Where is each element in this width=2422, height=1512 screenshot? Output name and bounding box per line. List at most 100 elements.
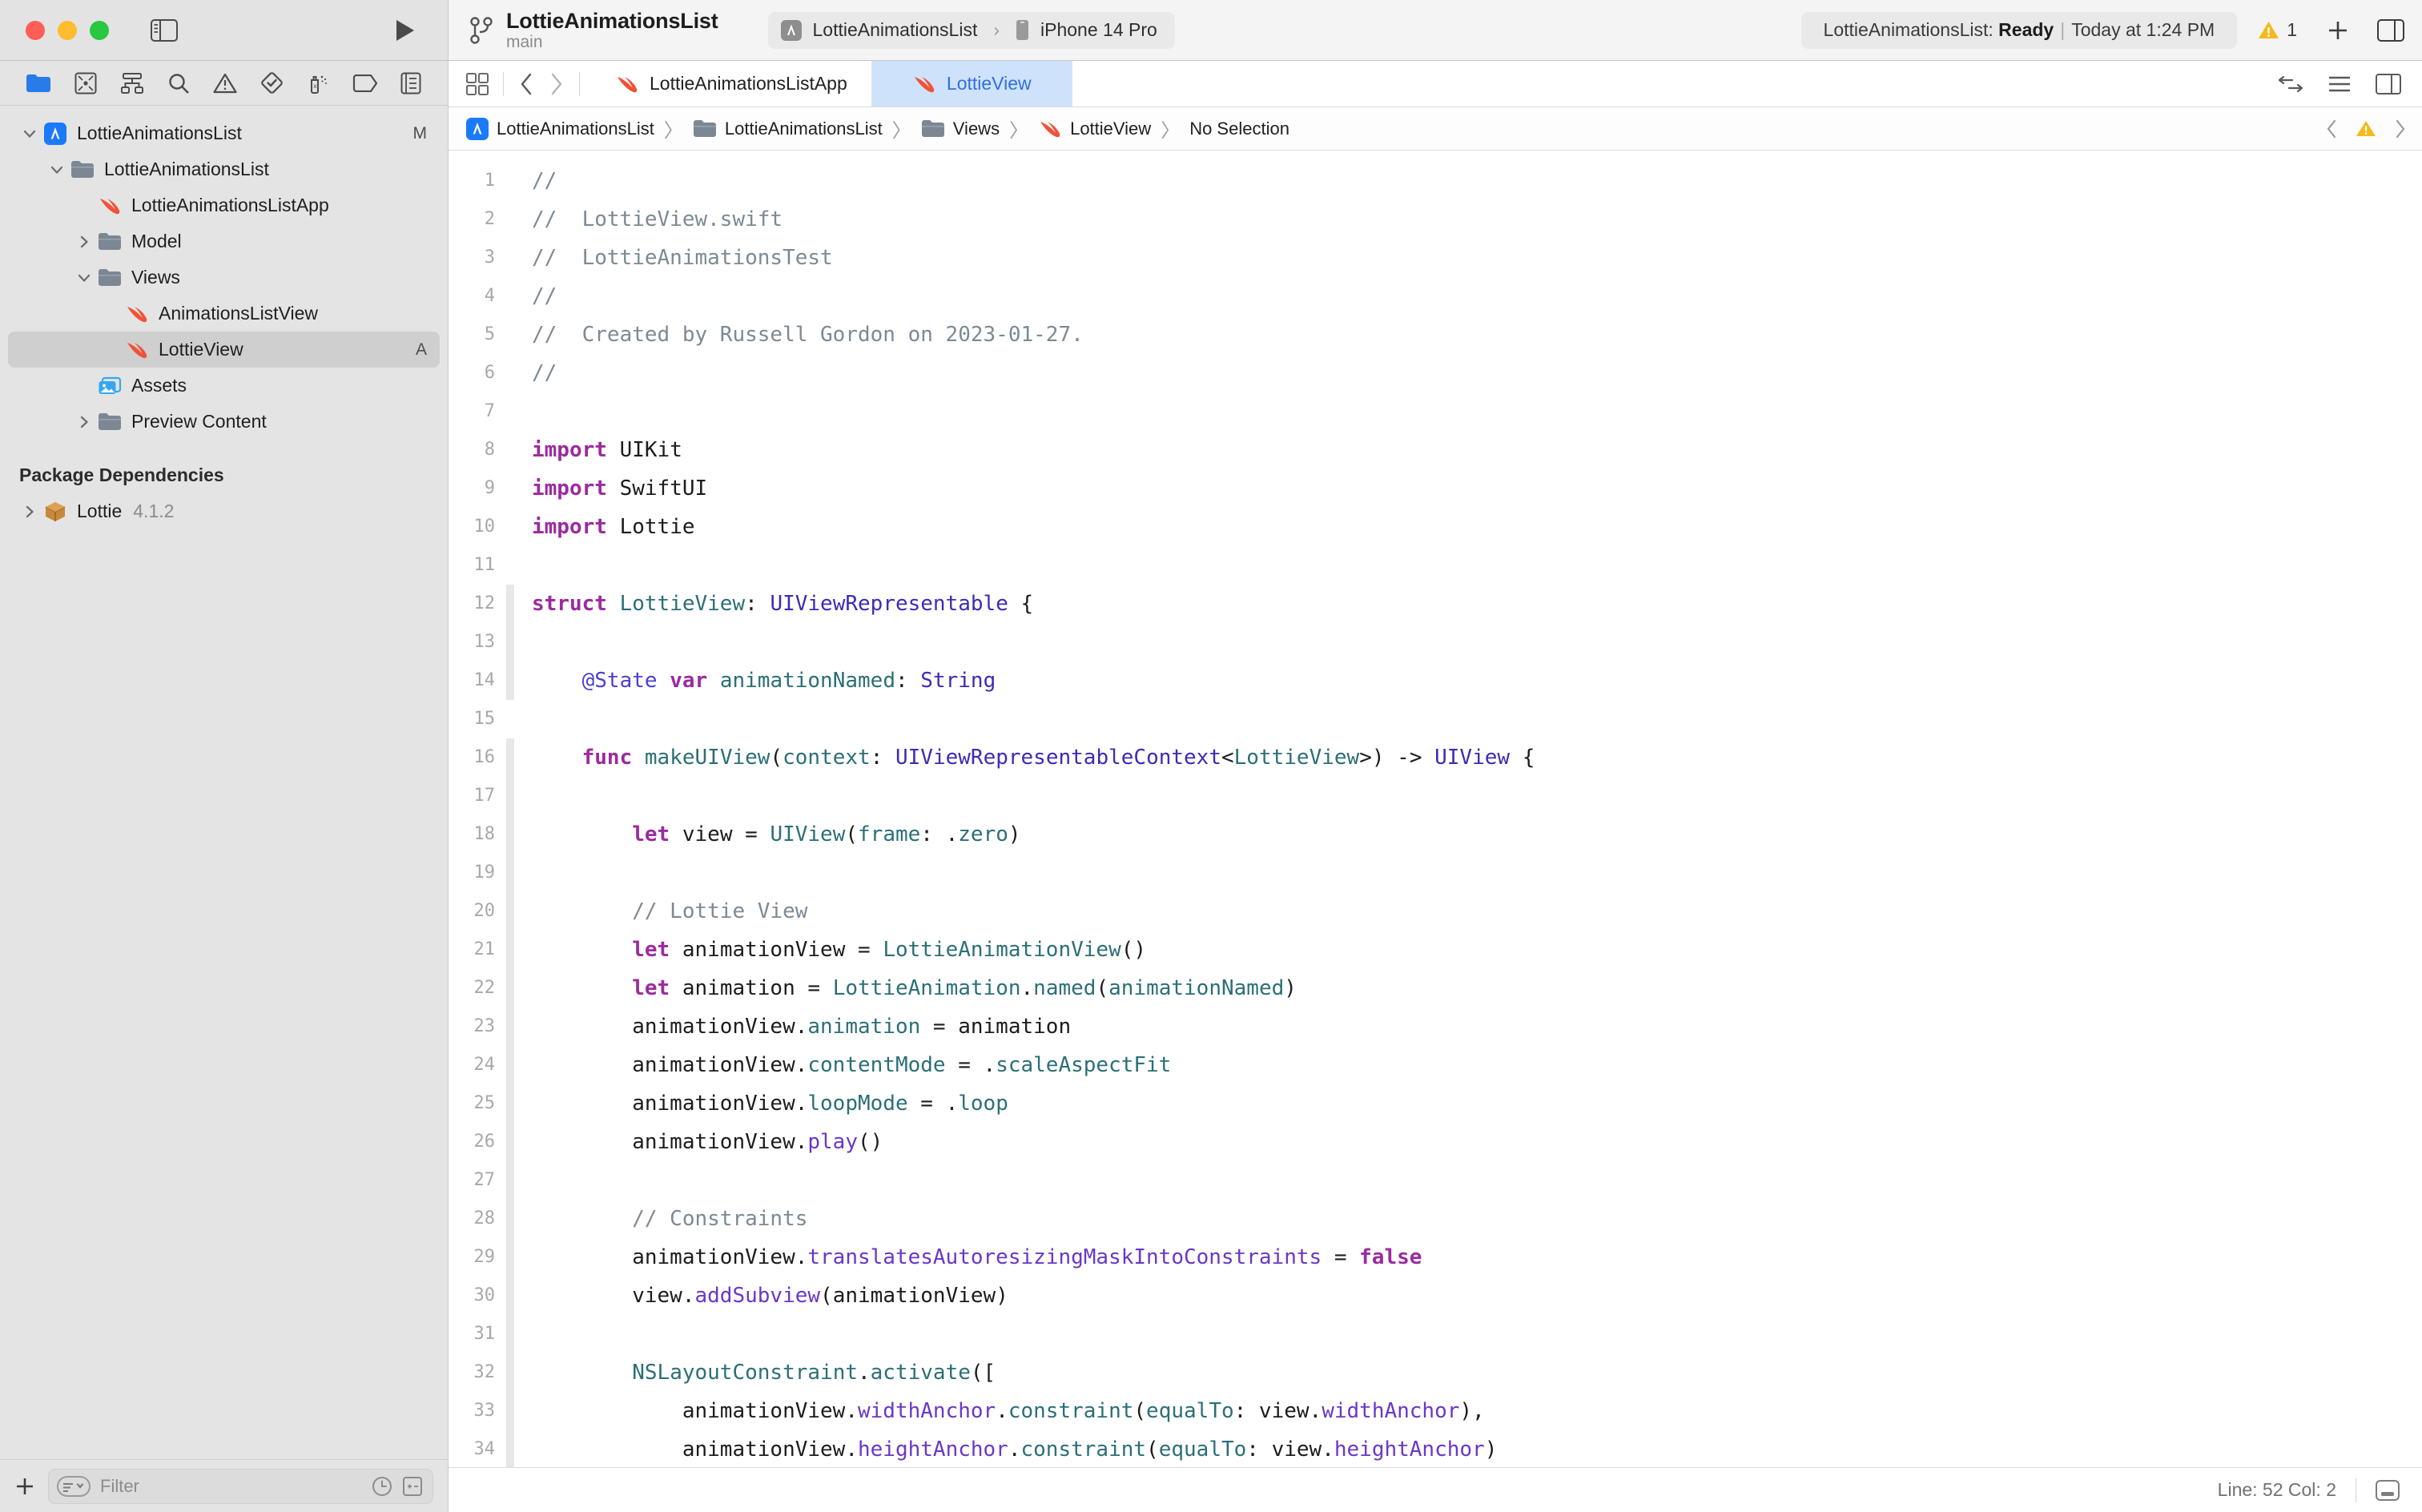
sidebar-right-icon[interactable] [2377,18,2404,42]
code-token: view. [532,1284,695,1308]
filter-input[interactable]: Filter [48,1468,433,1504]
navigator-tab-test[interactable] [260,71,284,94]
disclosure-triangle-icon[interactable] [18,126,42,142]
breadcrumb-item[interactable]: No Selection [1189,119,1289,139]
project-navigator-tree[interactable]: LottieAnimationsList M LottieAnimationsLis… [0,106,448,1459]
editor-grid-icon[interactable] [466,72,489,95]
tree-row[interactable]: LottieAnimationsList [8,151,440,187]
zoom-button[interactable] [90,20,109,40]
disclosure-triangle-icon[interactable] [72,234,96,250]
navigator-tab-report[interactable] [400,72,421,94]
navigator-tab-debug[interactable]: x [307,72,329,94]
folder-gray-icon [69,159,96,180]
navigator-tab-breakpoint[interactable] [352,74,378,92]
code-token: ( [845,822,859,846]
code-line: // Lottie View [532,892,2422,931]
tree-row[interactable]: LottieView A [8,332,440,368]
disclosure-triangle-icon[interactable] [72,414,96,430]
filter-scope-icon[interactable] [57,1475,91,1497]
code-token: false [1359,1245,1422,1269]
line-number: 7 [484,401,495,421]
swift-icon [1038,119,1062,139]
code-token: >) -> [1359,746,1435,770]
warning-triangle-icon[interactable] [2356,119,2376,138]
clock-icon[interactable] [372,1476,392,1497]
plus-icon[interactable] [2326,18,2350,42]
breadcrumb-item[interactable]: LottieAnimationsList [693,119,883,139]
chevron-left-small-icon[interactable] [2326,119,2338,139]
editor-tab[interactable]: LottieAnimationsListApp [591,61,872,107]
line-number: 26 [473,1132,496,1152]
navigator-tab-find[interactable] [167,72,190,94]
breadcrumb-label: No Selection [1189,118,1289,139]
tree-row[interactable]: Preview Content [8,404,440,440]
code-token: scaleAspectFit [996,1053,1172,1077]
package-row[interactable]: Lottie 4.1.2 [8,493,440,529]
tree-row[interactable]: LottieAnimationsListApp [8,187,440,223]
branch-block[interactable]: LottieAnimationsList main [469,9,718,52]
code-token: SwiftUI [606,477,708,501]
source-code[interactable]: //// LottieView.swift// LottieAnimations… [514,151,2422,1467]
code-token: var [670,669,708,693]
code-line: // LottieView.swift [532,200,2422,239]
tree-row[interactable]: Views [8,259,440,296]
sidebar-left-icon[interactable] [151,18,178,42]
chevron-right-icon[interactable] [549,72,565,96]
editor-tab[interactable]: LottieView [871,61,1072,107]
code-token: // Constraints [532,1207,808,1231]
code-token: animationView. [532,1053,808,1077]
tree-row[interactable]: AnimationsListView [8,296,440,332]
change-marker [506,1161,514,1200]
tree-row-label: AnimationsListView [159,303,319,324]
add-editor-icon[interactable] [2376,73,2401,94]
disclosure-triangle-icon[interactable] [72,270,96,286]
code-line: view.addSubview(animationView) [532,1277,2422,1315]
tree-row[interactable]: LottieAnimationsList M [8,115,440,151]
run-destination: iPhone 14 Pro [1040,19,1157,40]
disclosure-triangle-icon[interactable] [45,162,69,178]
code-editor[interactable]: 1 2 3 4 5 6 7 8 9 10 11 12 13 14 15 16 17 18 19 20 21 22 23 24 2… [449,151,2422,1467]
scheme-destination-selector[interactable]: LottieAnimationsList › iPhone 14 Pro [767,11,1175,49]
plus-minus-icon[interactable] [402,1476,423,1497]
change-marker [506,162,514,200]
chevron-left-icon[interactable] [518,72,534,96]
app-store-icon [466,117,489,140]
change-marker [506,1277,514,1315]
breadcrumb-item[interactable]: LottieView [1038,119,1151,139]
editor-options-icon[interactable] [2327,74,2352,94]
code-line: // [532,277,2422,316]
divider [503,71,504,96]
tree-row[interactable]: Assets [8,368,440,404]
close-button[interactable] [26,20,45,40]
assets-icon [96,376,123,396]
code-line: // Constraints [532,1200,2422,1238]
line-number: 6 [484,363,495,383]
add-file-button[interactable] [13,1474,37,1498]
branch-name: main [506,32,543,51]
code-review-icon[interactable] [2278,74,2303,94]
tree-row-label: LottieAnimationsList [104,159,269,179]
tree-row[interactable]: Model [8,223,440,259]
change-marker [506,508,514,546]
line-number: 17 [473,786,496,806]
navigator-tab-source-control[interactable] [74,72,97,94]
chevron-right-small-icon[interactable] [2394,119,2406,139]
breadcrumb-item[interactable]: LottieAnimationsList [466,117,654,140]
code-token: = . [907,1092,959,1116]
breadcrumb-item[interactable]: Views [921,119,1000,139]
warning-indicator[interactable]: 1 [2258,19,2297,41]
run-button[interactable] [395,18,416,42]
navigator-tab-issue[interactable] [213,73,237,94]
code-token: widthAnchor [1322,1399,1460,1423]
navigator-tab-symbol[interactable] [120,72,144,94]
divider [579,71,580,96]
navigator-tab-project[interactable] [26,73,51,94]
line-number: 29 [473,1247,496,1267]
minimize-button[interactable] [58,20,77,40]
code-token: animationView. [532,1130,808,1154]
minimap-icon[interactable] [2376,1479,2400,1501]
breadcrumb-right-controls [2326,119,2406,139]
code-line: animationView.animation = animation [532,1007,2422,1046]
disclosure-triangle-icon[interactable] [18,504,42,520]
